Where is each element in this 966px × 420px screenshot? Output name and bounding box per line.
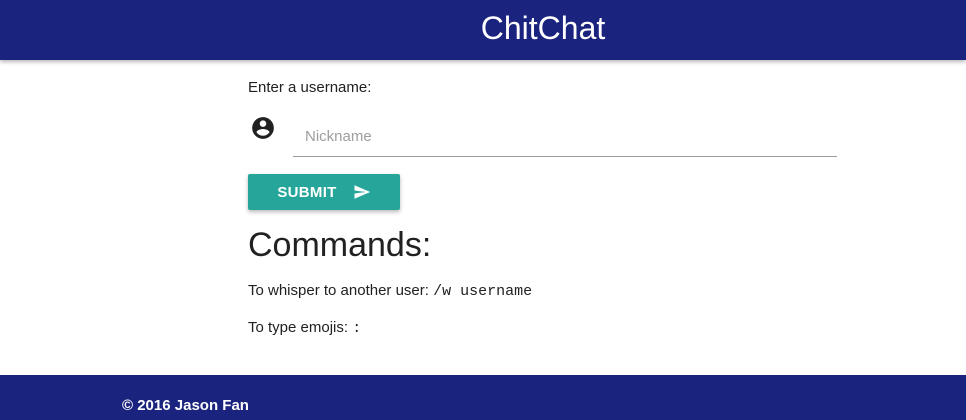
whisper-command-code: /w username xyxy=(433,283,533,300)
copyright-text: © 2016 Jason Fan xyxy=(122,397,249,414)
submit-button[interactable]: SUBMIT xyxy=(248,174,400,210)
nickname-input[interactable] xyxy=(293,117,837,157)
page-footer: © 2016 Jason Fan xyxy=(0,375,966,420)
emoji-command-code: : xyxy=(352,320,362,337)
whisper-command-line: To whisper to another user: /w username xyxy=(248,281,532,302)
send-icon xyxy=(354,185,370,199)
top-navbar: ChitChat xyxy=(0,0,966,60)
whisper-command-text: To whisper to another user: xyxy=(248,282,429,299)
brand-logo-link[interactable]: ChitChat xyxy=(0,8,966,48)
username-prompt-label: Enter a username: xyxy=(248,79,372,96)
emoji-command-text: To type emojis: xyxy=(248,319,349,336)
account-circle-icon xyxy=(252,117,274,139)
commands-heading: Commands: xyxy=(248,226,432,264)
submit-button-label: SUBMIT xyxy=(277,183,337,201)
emoji-command-line: To type emojis: : xyxy=(248,318,361,339)
